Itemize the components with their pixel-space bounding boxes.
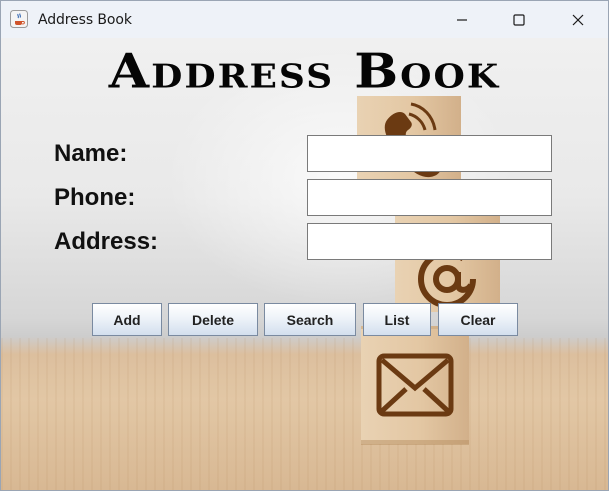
clear-button[interactable]: Clear	[438, 303, 518, 336]
phone-input[interactable]	[307, 179, 552, 216]
close-button[interactable]	[555, 1, 601, 38]
address-label: Address:	[54, 228, 159, 255]
add-button[interactable]: Add	[92, 303, 162, 336]
title-bar[interactable]: Address Book	[1, 1, 608, 38]
close-icon	[572, 14, 584, 25]
background-wooden-blocks	[357, 96, 500, 445]
maximize-icon	[513, 13, 525, 26]
page-title: Address Book	[108, 43, 501, 100]
name-label: Name:	[54, 140, 128, 167]
maximize-button[interactable]	[496, 1, 542, 38]
window-title: Address Book	[38, 12, 132, 28]
app-window: Address Book Address Book Name: Phone: A…	[0, 0, 609, 491]
list-button[interactable]: List	[363, 303, 431, 336]
content-panel: Address Book Name: Phone: Address: Add D…	[1, 38, 608, 490]
phone-label: Phone:	[54, 184, 136, 211]
minimize-button[interactable]	[439, 1, 485, 38]
java-app-icon	[10, 10, 28, 28]
delete-button[interactable]: Delete	[168, 303, 258, 336]
address-input[interactable]	[307, 223, 552, 260]
name-input[interactable]	[307, 135, 552, 172]
minimize-icon	[457, 18, 467, 21]
search-button[interactable]: Search	[264, 303, 356, 336]
